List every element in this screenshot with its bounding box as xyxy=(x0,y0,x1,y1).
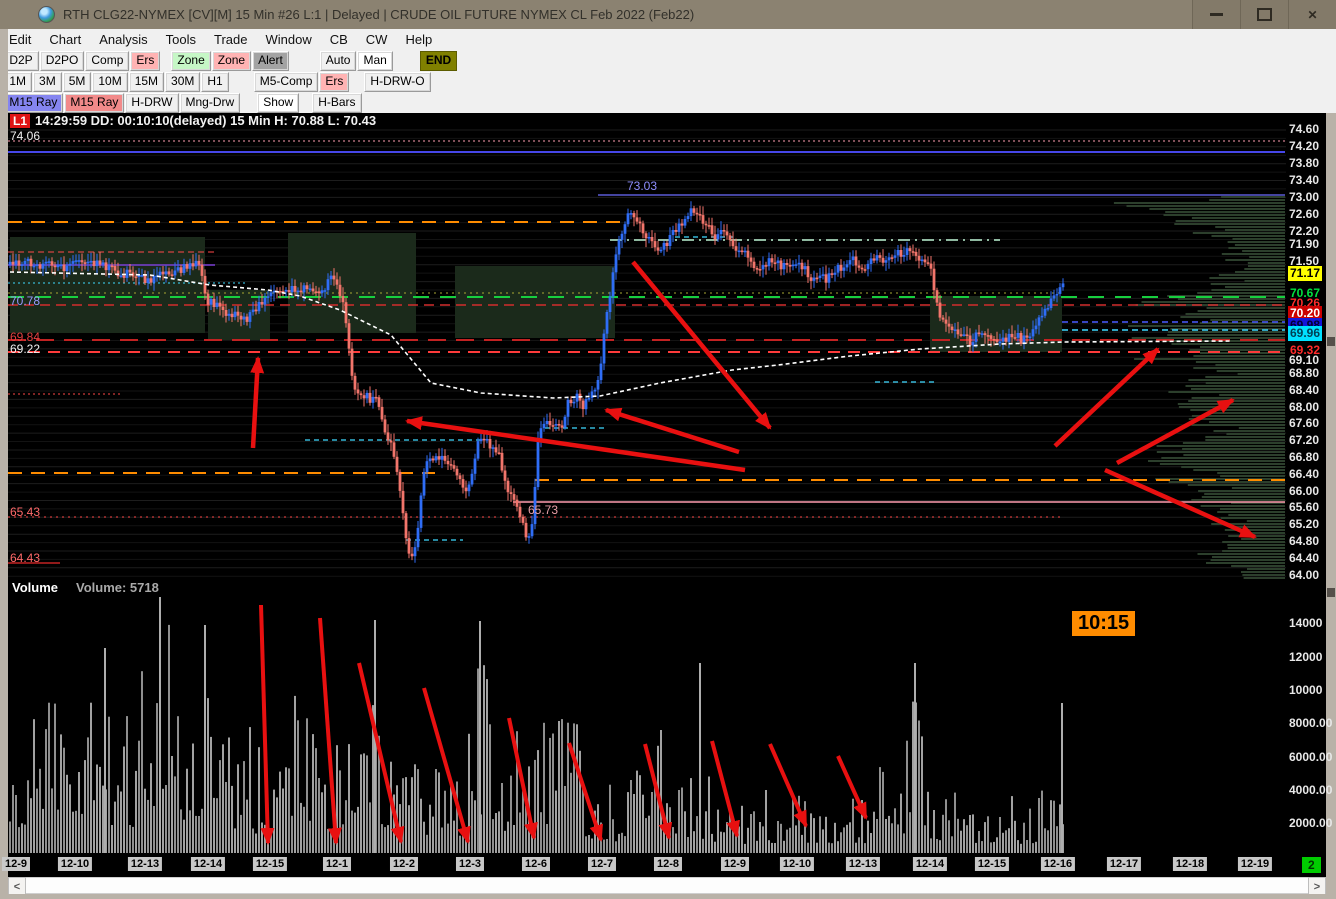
price-axis-highlight: 69.96 xyxy=(1288,326,1323,341)
time-axis-label: 12-9 xyxy=(720,857,750,871)
price-axis-tick: 72.20 xyxy=(1289,224,1320,238)
time-axis-label: 12-6 xyxy=(521,857,551,871)
volume-pane-title: Volume xyxy=(12,580,58,595)
volume-axis-tick: 12000 xyxy=(1289,650,1323,664)
time-axis-label: 12-2 xyxy=(389,857,419,871)
price-level-label: 73.03 xyxy=(627,179,658,193)
price-axis-tick: 68.40 xyxy=(1289,383,1320,397)
time-axis-label: 12-19 xyxy=(1237,857,1273,871)
price-level-label: 70.78 xyxy=(10,294,41,308)
time-axis-label: 12-17 xyxy=(1106,857,1142,871)
window-bottom-border xyxy=(0,894,1336,899)
horizontal-scrollbar[interactable]: < > xyxy=(8,877,1326,896)
page-number-badge: 2 xyxy=(1302,857,1321,873)
price-axis-tick: 74.20 xyxy=(1289,139,1320,153)
feed-status-badge: L1 xyxy=(10,113,31,128)
application-window: RTH CLG22-NYMEX [CV][M] 15 Min #26 L:1 |… xyxy=(0,0,1336,899)
status-text: 14:29:59 DD: 00:10:10(delayed) 15 Min H:… xyxy=(35,113,377,128)
volume-axis-tick: 14000 xyxy=(1289,616,1323,630)
price-axis-tick: 65.20 xyxy=(1289,517,1320,531)
time-axis-label: 12-15 xyxy=(252,857,288,871)
price-axis-tick: 66.80 xyxy=(1289,450,1320,464)
price-axis-highlight: 69.32 xyxy=(1290,343,1321,357)
price-axis-highlight: 71.17 xyxy=(1288,266,1323,281)
time-axis-label: 12-3 xyxy=(455,857,485,871)
volume-axis-tick: 2000.00 xyxy=(1289,816,1333,830)
time-axis-label: 12-1 xyxy=(322,857,352,871)
price-level-label: 69.22 xyxy=(10,342,41,356)
time-axis-label: 12-18 xyxy=(1172,857,1208,871)
scrollbar-track[interactable] xyxy=(26,877,1308,894)
price-level-label: 74.06 xyxy=(10,129,41,143)
time-axis-label: 12-8 xyxy=(653,857,683,871)
chart-canvas[interactable] xyxy=(0,0,1336,899)
price-axis-tick: 71.90 xyxy=(1289,237,1320,251)
volume-axis-tick: 4000.00 xyxy=(1289,783,1333,797)
time-axis-label: 12-10 xyxy=(779,857,815,871)
time-axis-label: 12-7 xyxy=(587,857,617,871)
volume-axis-tick: 10000 xyxy=(1289,683,1323,697)
price-axis-tick: 74.60 xyxy=(1289,122,1320,136)
time-axis-label: 12-14 xyxy=(190,857,226,871)
volume-axis-tick: 8000.00 xyxy=(1289,716,1333,730)
price-axis-tick: 64.80 xyxy=(1289,534,1320,548)
price-axis-tick: 65.60 xyxy=(1289,500,1320,514)
price-axis-tick: 72.60 xyxy=(1289,207,1320,221)
price-level-label: 65.73 xyxy=(528,503,559,517)
price-axis-tick: 67.20 xyxy=(1289,433,1320,447)
price-axis-tick: 68.80 xyxy=(1289,366,1320,380)
volume-value-label: Volume: 5718 xyxy=(76,580,159,595)
price-axis-tick: 67.60 xyxy=(1289,416,1320,430)
time-axis-label: 12-13 xyxy=(845,857,881,871)
price-axis-tick: 68.00 xyxy=(1289,400,1320,414)
price-level-label: 65.43 xyxy=(10,505,41,519)
volume-axis-tick: 6000.00 xyxy=(1289,750,1333,764)
time-axis-label: 12-13 xyxy=(127,857,163,871)
time-axis-label: 12-16 xyxy=(1040,857,1076,871)
time-axis-label: 12-15 xyxy=(974,857,1010,871)
price-axis-tick: 73.80 xyxy=(1289,156,1320,170)
price-axis-tick: 66.00 xyxy=(1289,484,1320,498)
price-axis-tick: 73.40 xyxy=(1289,173,1320,187)
price-axis-tick: 64.00 xyxy=(1289,568,1320,582)
time-axis-label: 12-14 xyxy=(912,857,948,871)
price-axis-tick: 73.00 xyxy=(1289,190,1320,204)
time-axis-label: 12-9 xyxy=(1,857,31,871)
price-level-label: 64.43 xyxy=(10,551,41,565)
chart-status-line: L1 14:29:59 DD: 00:10:10(delayed) 15 Min… xyxy=(10,113,376,128)
price-axis-tick: 66.40 xyxy=(1289,467,1320,481)
session-time-badge: 10:15 xyxy=(1072,611,1136,636)
time-axis-label: 12-10 xyxy=(57,857,93,871)
price-axis-tick: 64.40 xyxy=(1289,551,1320,565)
